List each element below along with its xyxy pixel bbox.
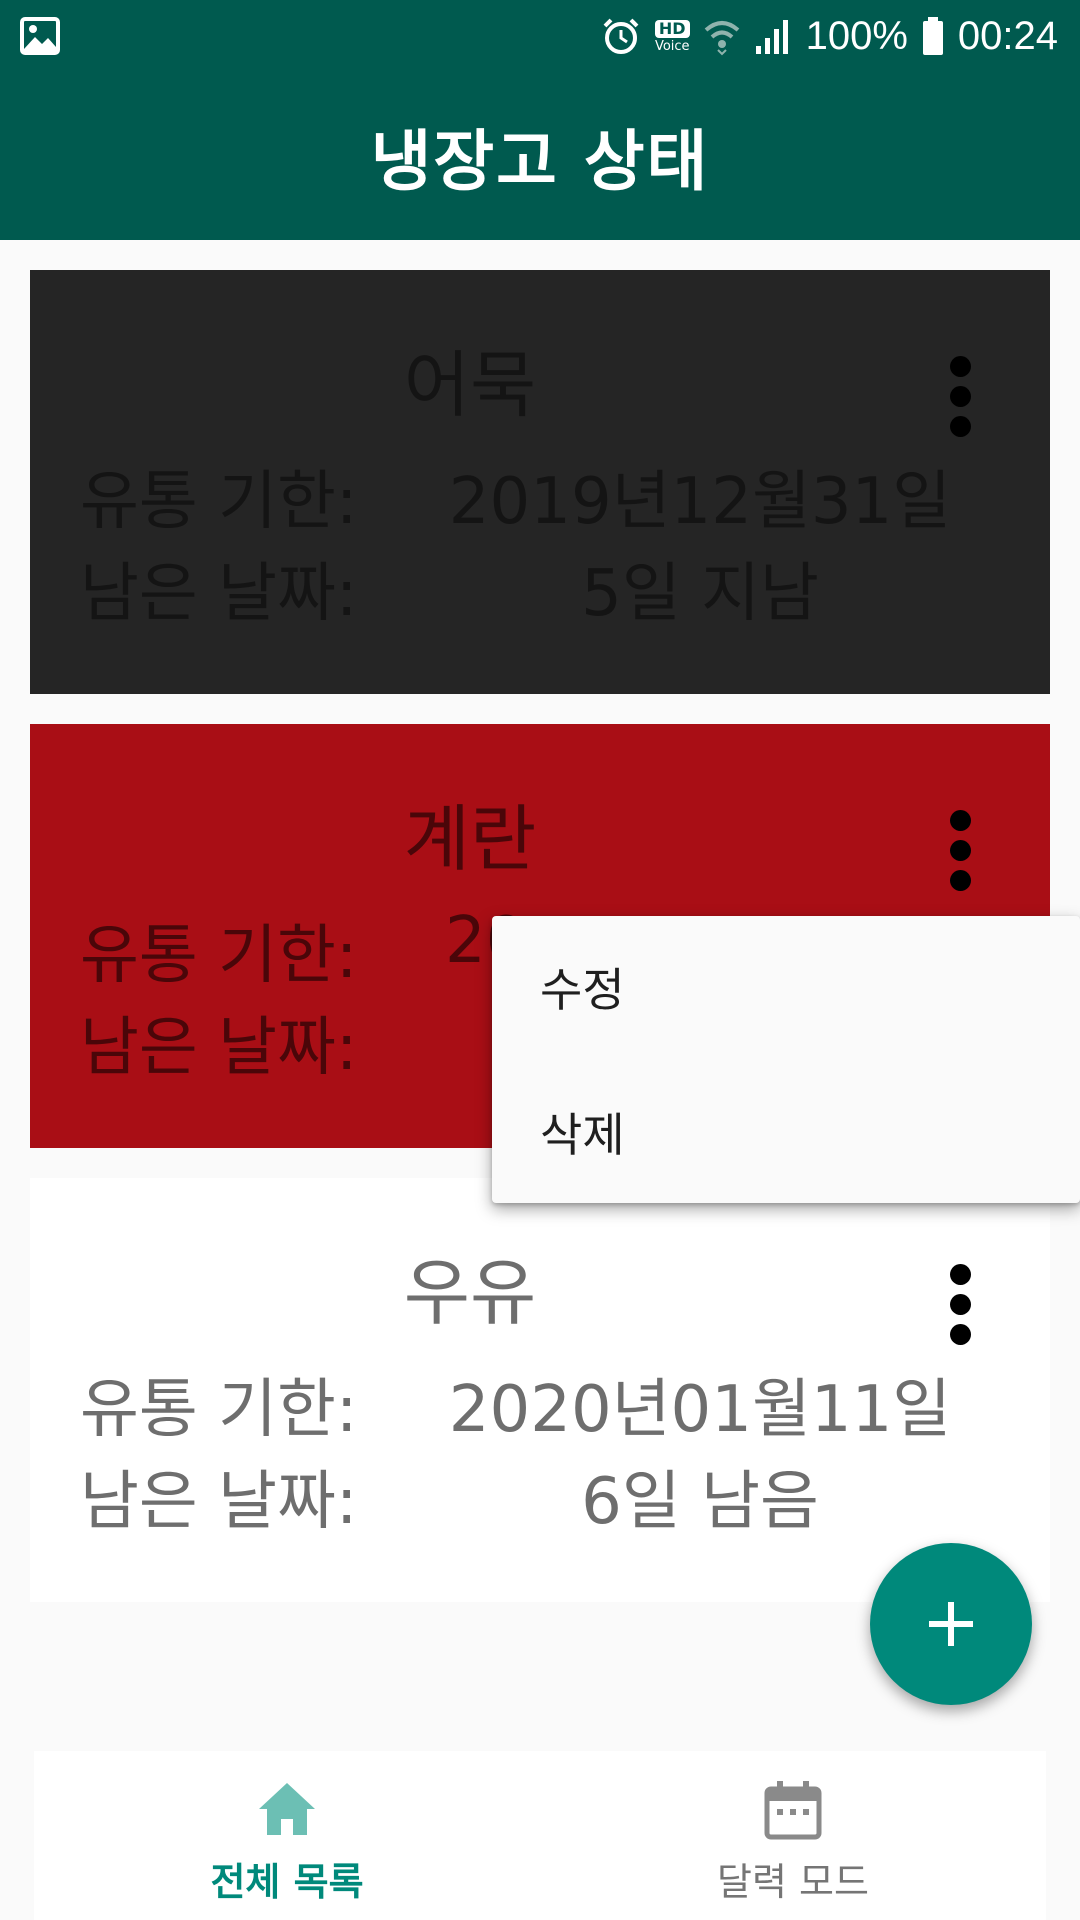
expiry-value: 2020년01월11일	[448, 1373, 952, 1447]
nav-label: 달력 모드	[717, 1860, 869, 1904]
more-vert-icon	[949, 809, 971, 831]
item-name: 어묵	[403, 343, 537, 427]
signal-icon	[755, 20, 788, 54]
more-options-button[interactable]	[910, 1254, 1010, 1354]
nav-label: 전체 목록	[210, 1860, 364, 1904]
hd-label: HD	[654, 19, 690, 38]
popup-menu: 수정 삭제	[492, 916, 1080, 1203]
item-name: 우유	[403, 1251, 537, 1335]
status-icons: HD Voice 100% 00:24	[601, 10, 1058, 62]
menu-item-delete[interactable]: 삭제	[492, 1061, 1080, 1203]
remaining-label: 남은 날짜:	[80, 1465, 358, 1539]
more-vert-icon	[949, 1263, 971, 1285]
image-icon	[20, 17, 60, 55]
remaining-value: 5일 지남	[581, 557, 819, 631]
remaining-value: 6일 남음	[581, 1465, 819, 1539]
remaining-label: 남은 날짜:	[80, 557, 358, 631]
more-vert-dot	[949, 1293, 971, 1315]
more-options-button[interactable]	[910, 346, 1010, 446]
more-vert-icon	[949, 355, 971, 377]
page-title: 냉장고 상태	[370, 123, 710, 200]
app-bar: 냉장고 상태	[0, 72, 1080, 240]
expiry-label: 유통 기한:	[80, 1373, 358, 1447]
item-name: 계란	[403, 797, 537, 881]
more-vert-dot	[949, 385, 971, 407]
menu-item-edit[interactable]: 수정	[492, 916, 1080, 1058]
battery-percent: 100%	[805, 13, 908, 58]
bottom-navigation: 전체 목록 달력 모드	[34, 1751, 1046, 1920]
battery-icon	[922, 17, 943, 55]
expiry-value: 2019년12월31일	[448, 465, 952, 539]
home-icon	[259, 1783, 315, 1835]
status-bar: HD Voice 100% 00:24	[0, 0, 1080, 72]
clock: 00:24	[957, 13, 1058, 58]
nav-item-calendar-mode[interactable]: 달력 모드	[540, 1751, 1046, 1920]
item-card[interactable]: 우유 유통 기한: 2020년01월11일 남은 날짜: 6일 남음	[30, 1178, 1050, 1602]
expiry-label: 유통 기한:	[80, 919, 358, 993]
more-vert-dot	[949, 1323, 971, 1345]
hd-voice-icon: HD Voice	[654, 19, 690, 54]
more-vert-dot	[949, 415, 971, 437]
plus-icon	[929, 1602, 973, 1646]
item-card[interactable]: 어묵 유통 기한: 2019년12월31일 남은 날짜: 5일 지남	[30, 270, 1050, 694]
alarm-icon	[603, 18, 639, 54]
more-vert-dot	[949, 839, 971, 861]
nav-item-all-list[interactable]: 전체 목록	[34, 1751, 540, 1920]
wifi-icon	[704, 21, 739, 56]
remaining-label: 남은 날짜:	[80, 1011, 358, 1085]
more-options-button[interactable]	[910, 800, 1010, 900]
add-item-button[interactable]	[870, 1543, 1032, 1705]
voice-label: Voice	[654, 38, 690, 54]
expiry-label: 유통 기한:	[80, 465, 358, 539]
calendar-icon	[764, 1781, 822, 1840]
more-vert-dot	[949, 869, 971, 891]
